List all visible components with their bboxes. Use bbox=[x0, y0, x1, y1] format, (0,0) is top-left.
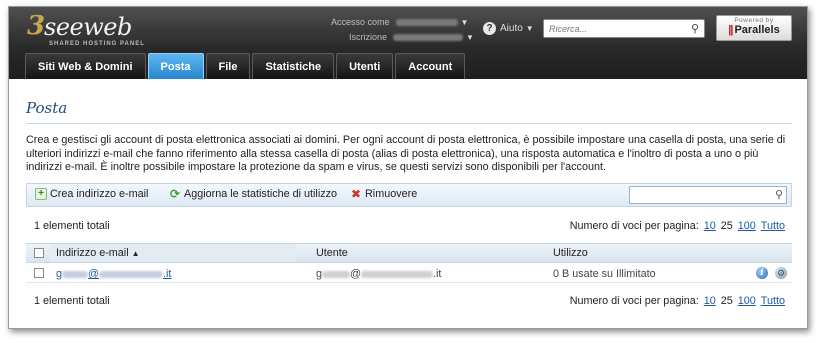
per-page-label: Numero di voci per pagina: bbox=[569, 220, 699, 232]
column-usage[interactable]: Utilizzo bbox=[553, 247, 588, 259]
refresh-stats-button[interactable]: ⟳ Aggiorna le statistiche di utilizzo bbox=[169, 188, 337, 200]
user-cell: g @ .it bbox=[316, 268, 442, 280]
parallels-logo: || Parallels bbox=[717, 24, 791, 36]
tab-account[interactable]: Account bbox=[395, 53, 466, 79]
table-row: g @ .it g @ .it 0 B usate su Illimitato i ⚙ bbox=[26, 265, 792, 283]
logo-name: seeweb bbox=[44, 13, 132, 41]
chevron-down-icon: ▼ bbox=[466, 33, 474, 42]
help-label: Aiuto bbox=[500, 23, 523, 34]
per-page-10[interactable]: 10 bbox=[704, 295, 716, 307]
table-header: Indirizzo e-mail ▲ Utente Utilizzo bbox=[26, 243, 792, 263]
mail-settings-icon[interactable]: ⚙ bbox=[775, 267, 787, 279]
tab-files[interactable]: File bbox=[205, 53, 251, 79]
chevron-down-icon: ▼ bbox=[460, 18, 469, 27]
title-divider bbox=[26, 123, 792, 124]
create-email-button[interactable]: + Crea indirizzo e-mail bbox=[35, 188, 148, 200]
column-user[interactable]: Utente bbox=[316, 247, 348, 259]
create-email-label: Crea indirizzo e-mail bbox=[50, 188, 149, 200]
redacted-text bbox=[360, 270, 433, 278]
select-all-checkbox[interactable] bbox=[34, 248, 44, 258]
tab-mail[interactable]: Posta bbox=[147, 53, 204, 79]
header-bar: 3 seeweb SHARED HOSTING PANEL Accesso co… bbox=[9, 7, 807, 79]
powered-by-label: Powered by bbox=[734, 17, 774, 24]
logo-mark: 3 bbox=[27, 11, 46, 41]
mail-toolbar: + Crea indirizzo e-mail ⟳ Aggiorna le st… bbox=[26, 183, 792, 207]
per-page-all[interactable]: Tutto bbox=[761, 220, 785, 232]
parallels-bars-icon: || bbox=[728, 24, 733, 36]
remove-button[interactable]: ✖ Rimuovere bbox=[350, 188, 417, 200]
powered-by-parallels[interactable]: Powered by || Parallels bbox=[716, 15, 792, 41]
main-tabs: Siti Web & Domini Posta File Statistiche… bbox=[25, 51, 467, 79]
sort-ascending-icon: ▲ bbox=[131, 249, 140, 258]
subscription-selector[interactable]: Iscrizione ▼ bbox=[349, 32, 474, 42]
redacted-text bbox=[322, 270, 351, 278]
page-description: Crea e gestisci gli account di posta ele… bbox=[26, 134, 786, 174]
list-search-field[interactable]: ⚲ bbox=[629, 186, 787, 204]
column-email-label: Indirizzo e-mail bbox=[56, 247, 129, 259]
logged-in-as-label: Accesso come bbox=[331, 17, 390, 27]
search-icon[interactable]: ⚲ bbox=[691, 22, 699, 35]
remove-icon: ✖ bbox=[350, 187, 362, 201]
global-search[interactable]: ⚲ bbox=[543, 19, 705, 38]
page-title: Posta bbox=[26, 99, 68, 117]
refresh-icon: ⟳ bbox=[169, 187, 181, 201]
per-page-10[interactable]: 10 bbox=[704, 220, 716, 232]
logged-in-as[interactable]: Accesso come ▼ bbox=[331, 17, 468, 27]
usage-cell: 0 B usate su Illimitato bbox=[553, 268, 656, 280]
tab-websites-domains[interactable]: Siti Web & Domini bbox=[25, 53, 146, 79]
per-page-25-current: 25 bbox=[720, 220, 733, 232]
per-page-selector-top: Numero di voci per pagina: 10 25 100 Tut… bbox=[570, 220, 785, 232]
per-page-label: Numero di voci per pagina: bbox=[569, 295, 699, 307]
info-icon[interactable]: i bbox=[756, 267, 768, 279]
refresh-stats-label: Aggiorna le statistiche di utilizzo bbox=[184, 188, 338, 200]
column-email[interactable]: Indirizzo e-mail ▲ bbox=[56, 247, 140, 259]
global-search-input[interactable] bbox=[544, 20, 684, 37]
redacted-text bbox=[62, 270, 89, 278]
help-menu[interactable]: ? Aiuto ▼ bbox=[483, 22, 534, 35]
account-name-redacted bbox=[395, 19, 458, 27]
subscription-name-redacted bbox=[393, 34, 464, 42]
per-page-25-current: 25 bbox=[720, 295, 733, 307]
parallels-brand: Parallels bbox=[734, 24, 780, 36]
per-page-all[interactable]: Tutto bbox=[761, 295, 785, 307]
total-items-bottom: 1 elementi totali bbox=[34, 295, 110, 307]
redacted-text bbox=[98, 270, 163, 278]
tab-users[interactable]: Utenti bbox=[336, 53, 394, 79]
per-page-100[interactable]: 100 bbox=[738, 295, 756, 307]
row-checkbox[interactable] bbox=[34, 268, 44, 278]
add-mail-icon: + bbox=[35, 188, 47, 200]
tab-statistics[interactable]: Statistiche bbox=[252, 53, 335, 79]
email-local-part[interactable]: g @ .it bbox=[56, 268, 171, 280]
subscription-label: Iscrizione bbox=[349, 32, 388, 42]
panel-window: 3 seeweb SHARED HOSTING PANEL Accesso co… bbox=[8, 6, 808, 329]
per-page-100[interactable]: 100 bbox=[738, 220, 756, 232]
per-page-selector-bottom: Numero di voci per pagina: 10 25 100 Tut… bbox=[570, 295, 785, 307]
remove-label: Rimuovere bbox=[365, 188, 418, 200]
search-icon[interactable]: ⚲ bbox=[775, 188, 783, 201]
chevron-down-icon: ▼ bbox=[525, 24, 534, 33]
email-address-link[interactable]: g @ .it bbox=[56, 268, 171, 280]
logo-subtitle: SHARED HOSTING PANEL bbox=[49, 41, 145, 47]
help-icon: ? bbox=[483, 22, 496, 35]
total-items-top: 1 elementi totali bbox=[34, 220, 110, 232]
